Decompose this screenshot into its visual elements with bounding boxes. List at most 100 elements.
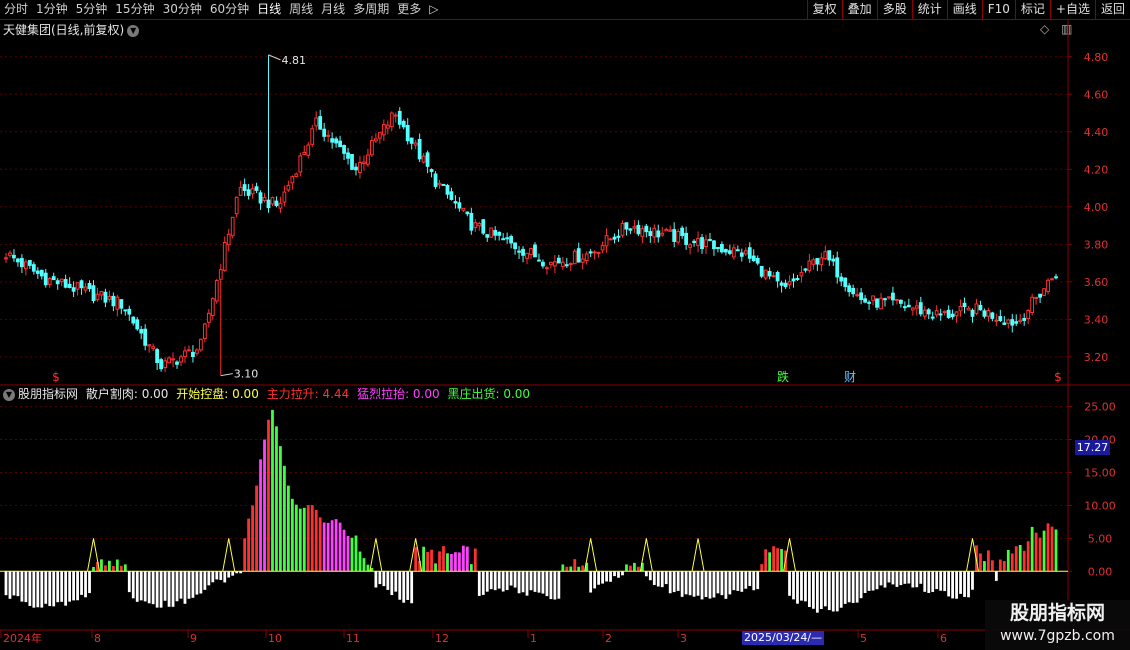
price-tick-label: 3.40 (1084, 313, 1109, 326)
candle-body (636, 224, 641, 235)
indicator-bar (36, 571, 40, 608)
indicator-bar (28, 571, 32, 606)
indicator-bar (943, 571, 947, 592)
candle-body (556, 257, 561, 264)
indicator-bar (1002, 560, 1006, 572)
candle-body (902, 306, 907, 309)
indicator-line-control: 开始控盘: 0.00 (176, 387, 259, 401)
indicator-bar (533, 571, 537, 592)
indicator-bar (183, 571, 187, 604)
indicator-bar (959, 571, 962, 594)
timeline-label: 1 (530, 632, 537, 645)
indicator-bar (684, 571, 688, 595)
chevron-down-icon[interactable]: ▼ (3, 388, 15, 401)
indicator-bar (422, 546, 426, 572)
indicator-bar (465, 546, 469, 572)
indicator-bar (342, 529, 346, 572)
candle-body (1038, 293, 1042, 298)
candle-body (143, 328, 148, 346)
candle-body (405, 124, 410, 142)
candle-body (664, 229, 669, 232)
indicator-bar (378, 571, 382, 585)
chart-canvas[interactable]: 3.20 3.40 3.60 3.80 4.00 4.20 4.40 4.60 4.80 4.81… (0, 0, 1130, 650)
candle-body (501, 238, 506, 241)
candle-body (855, 294, 860, 297)
candle-body (222, 241, 227, 271)
candle-body (716, 247, 720, 250)
candle-body (393, 114, 398, 117)
candle-body (735, 249, 740, 252)
candle-body (242, 184, 247, 191)
candle-body (803, 268, 808, 271)
candle-body (739, 252, 744, 257)
candle-body (373, 138, 378, 142)
candle-body (346, 152, 350, 159)
candle-body (366, 154, 370, 165)
indicator-bar (1034, 532, 1038, 572)
indicator-bar (398, 571, 402, 600)
candle-body (497, 231, 502, 236)
indicator-bar (52, 571, 56, 607)
candle-body (75, 282, 80, 290)
indicator-bar (44, 571, 48, 604)
indicator-bar (704, 571, 708, 598)
candle-body (469, 212, 474, 231)
candle-body (934, 310, 939, 316)
candle-body (179, 356, 183, 363)
indicator-bar (597, 571, 601, 585)
indicator-bar (644, 571, 648, 577)
indicator-bar (108, 560, 111, 572)
indicator-bar (267, 419, 270, 572)
candle-body (513, 242, 517, 250)
candle-body (449, 191, 454, 200)
indicator-bar (927, 571, 931, 593)
indicator-bar (362, 558, 366, 572)
indicator-bar (776, 548, 779, 572)
indicator-bar (847, 571, 851, 603)
indicator-bar (581, 565, 585, 572)
candle-body (246, 189, 251, 196)
candle-body (294, 173, 299, 177)
candle-body (39, 269, 44, 277)
candle-body (755, 257, 760, 264)
indicator-bar (760, 564, 764, 572)
candle-body (978, 304, 983, 311)
indicator-bar (887, 571, 891, 583)
indicator-bar (406, 571, 410, 600)
candle-body (859, 292, 864, 300)
candle-body (310, 128, 315, 145)
indicator-bar (764, 549, 768, 572)
indicator-bar (1030, 526, 1034, 572)
indicator-bar (636, 566, 640, 572)
candle-body (270, 197, 275, 205)
candle-body (397, 110, 402, 125)
indicator-line-retail: 散户割肉: 0.00 (85, 387, 169, 401)
indicator-bar (147, 571, 151, 604)
candle-body (616, 235, 621, 238)
indicator-bar (414, 547, 418, 572)
candle-body (680, 227, 685, 236)
indicator-bar (366, 564, 370, 572)
candle-body (59, 278, 64, 283)
candle-body (954, 311, 959, 317)
price-tick-label: 4.20 (1084, 163, 1109, 176)
indicator-bar (732, 571, 736, 591)
timeline-label: 8 (94, 632, 101, 645)
indicator-bar (394, 571, 398, 592)
candle-body (35, 270, 40, 274)
indicator-bar (951, 571, 954, 599)
candle-body (338, 140, 342, 148)
candle-body (982, 310, 987, 317)
indicator-tick-label: 25.00 (1084, 401, 1116, 414)
indicator-bar (994, 571, 998, 581)
indicator-bar (223, 571, 227, 583)
price-tick-label: 4.80 (1084, 51, 1109, 64)
indicator-bar (354, 535, 358, 572)
candle-body (867, 301, 871, 304)
indicator-bar (302, 507, 306, 572)
indicator-bar (796, 571, 799, 604)
indicator-bar (716, 571, 720, 594)
indicator-bar (497, 571, 501, 589)
indicator-bar (712, 571, 716, 598)
indicator-bar (708, 571, 712, 599)
